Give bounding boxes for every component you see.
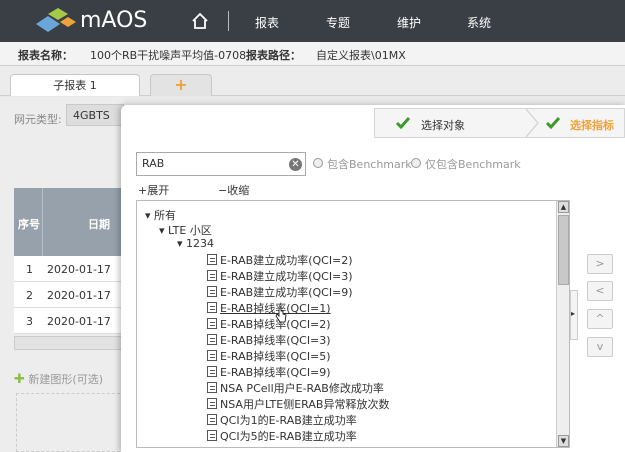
col-divider [42, 188, 43, 256]
network-type-select[interactable]: 4GBTS [66, 104, 124, 126]
document-icon [207, 302, 217, 313]
report-info-bar: 报表名称： 100个RB干扰噪声平均值-0708 报表路径： 自定义报表\01M… [0, 42, 625, 66]
nav-item-maintenance[interactable]: 维护 [397, 14, 421, 31]
home-icon[interactable] [191, 12, 209, 30]
document-icon [207, 414, 217, 425]
tree-leaf[interactable]: NSA PCell用户E-RAB修改成功率 [207, 380, 384, 396]
row-date: 2020-01-17 [47, 315, 111, 328]
new-chart-label: 新建图形(可选) [28, 373, 103, 386]
radio-only-benchmark[interactable] [411, 158, 421, 168]
document-icon [207, 430, 217, 441]
tree-node-lte[interactable]: ▾ LTE 小区 [159, 222, 212, 238]
search-input[interactable]: RAB [136, 152, 306, 176]
row-seq: 3 [26, 315, 33, 328]
step-select-indicator[interactable]: 选择指标 [570, 117, 614, 133]
document-icon [207, 334, 217, 345]
step-arrow-icon [525, 109, 539, 137]
document-icon [207, 366, 217, 377]
tree-leaf[interactable]: E-RAB掉线率(QCI=2) [207, 316, 331, 332]
nav-item-topics[interactable]: 专题 [326, 14, 350, 31]
panel-collapse-handle[interactable]: ▸ [570, 290, 578, 340]
scroll-up-icon[interactable]: ▲ [558, 201, 569, 213]
radio-include-benchmark-label: 包含Benchmark [327, 158, 412, 171]
row-seq: 1 [26, 263, 33, 276]
row-seq: 2 [26, 289, 33, 302]
tree-leaf[interactable]: E-RAB建立成功率(QCI=2) [207, 252, 353, 268]
document-icon [207, 286, 217, 297]
nav-item-system[interactable]: 系统 [467, 14, 491, 31]
chart-placeholder [16, 393, 125, 452]
caret-right-icon: ▸ [571, 309, 576, 318]
add-icon: ✚ [14, 372, 25, 387]
indicator-tree: ▾ 所有 ▾ LTE 小区 ▾ 1234 E-RAB建立成功率(QCI=2) E… [136, 200, 570, 448]
step-select-object[interactable]: 选择对象 [421, 117, 465, 133]
col-date: 日期 [88, 218, 110, 231]
scroll-down-icon[interactable]: ▼ [558, 435, 569, 447]
network-type-label: 网元类型: [14, 113, 62, 126]
tree-leaf-hovered[interactable]: E-RAB掉线率(QCI=1) [207, 300, 331, 316]
radio-include-benchmark[interactable] [313, 158, 323, 168]
document-icon [207, 254, 217, 265]
table-scrollbar[interactable] [14, 336, 125, 350]
row-date: 2020-01-17 [47, 289, 111, 302]
document-icon [207, 382, 217, 393]
report-path-value: 自定义报表\01MX [316, 49, 406, 62]
tree-leaf[interactable]: E-RAB建立成功率(QCI=3) [207, 268, 353, 284]
tab-subreport-1[interactable]: 子报表 1 [10, 74, 140, 96]
nav-item-reports[interactable]: 报表 [255, 14, 279, 31]
table-header: 序号 日期 [14, 188, 125, 256]
tree-scrollbar[interactable]: ▲ ▼ [556, 201, 569, 447]
check-icon [395, 117, 411, 130]
report-path-label: 报表路径： [246, 49, 301, 62]
document-icon [207, 318, 217, 329]
tree-node-root[interactable]: ▾ 所有 [145, 207, 176, 223]
move-right-button[interactable]: > [587, 254, 613, 274]
brand-name: mAOS [80, 8, 148, 33]
col-seq: 序号 [18, 218, 40, 231]
document-icon [207, 270, 217, 281]
tree-node-group[interactable]: ▾ 1234 [177, 237, 214, 250]
move-up-button[interactable]: ^ [587, 309, 613, 329]
step-indicator: 选择对象 选择指标 [374, 108, 625, 138]
table-row[interactable]: 1 2020-01-17 [14, 256, 125, 282]
logo-icon [36, 8, 76, 32]
radio-only-benchmark-label: 仅包含Benchmark [425, 158, 521, 171]
tree-leaf[interactable]: QCI为5的E-RAB建立成功率 [207, 428, 357, 444]
expand-all-button[interactable]: +展开 [138, 182, 169, 198]
report-name-label: 报表名称： [18, 49, 73, 62]
collapse-all-button[interactable]: −收缩 [218, 182, 249, 198]
add-tab-button[interactable]: + [150, 74, 212, 96]
check-icon [545, 117, 561, 130]
scroll-thumb[interactable] [558, 215, 569, 285]
document-icon [207, 398, 217, 409]
document-icon [207, 350, 217, 361]
clear-search-icon[interactable]: ✕ [289, 158, 302, 171]
move-down-button[interactable]: v [587, 337, 613, 357]
report-name-value: 100个RB干扰噪声平均值-0708 [90, 49, 247, 62]
tree-leaf[interactable]: E-RAB掉线率(QCI=5) [207, 348, 331, 364]
cursor-hand-icon [275, 307, 287, 323]
move-left-button[interactable]: < [587, 281, 613, 301]
tab-bar: 子报表 1 + [0, 66, 625, 96]
table-row[interactable]: 2 2020-01-17 [14, 282, 125, 308]
nav-divider [228, 11, 229, 31]
table-row[interactable]: 3 2020-01-17 [14, 308, 125, 334]
tree-leaf[interactable]: E-RAB建立成功率(QCI=9) [207, 284, 353, 300]
tree-leaf[interactable]: E-RAB掉线率(QCI=3) [207, 332, 331, 348]
tree-leaf[interactable]: NSA用户LTE侧ERAB异常释放次数 [207, 396, 389, 412]
new-chart-button[interactable]: ✚ 新建图形(可选) [14, 371, 103, 387]
row-date: 2020-01-17 [47, 263, 111, 276]
tree-leaf[interactable]: E-RAB掉线率(QCI=9) [207, 364, 331, 380]
top-bar: mAOS 报表 专题 维护 系统 [0, 0, 625, 42]
tree-leaf[interactable]: QCI为1的E-RAB建立成功率 [207, 412, 357, 428]
